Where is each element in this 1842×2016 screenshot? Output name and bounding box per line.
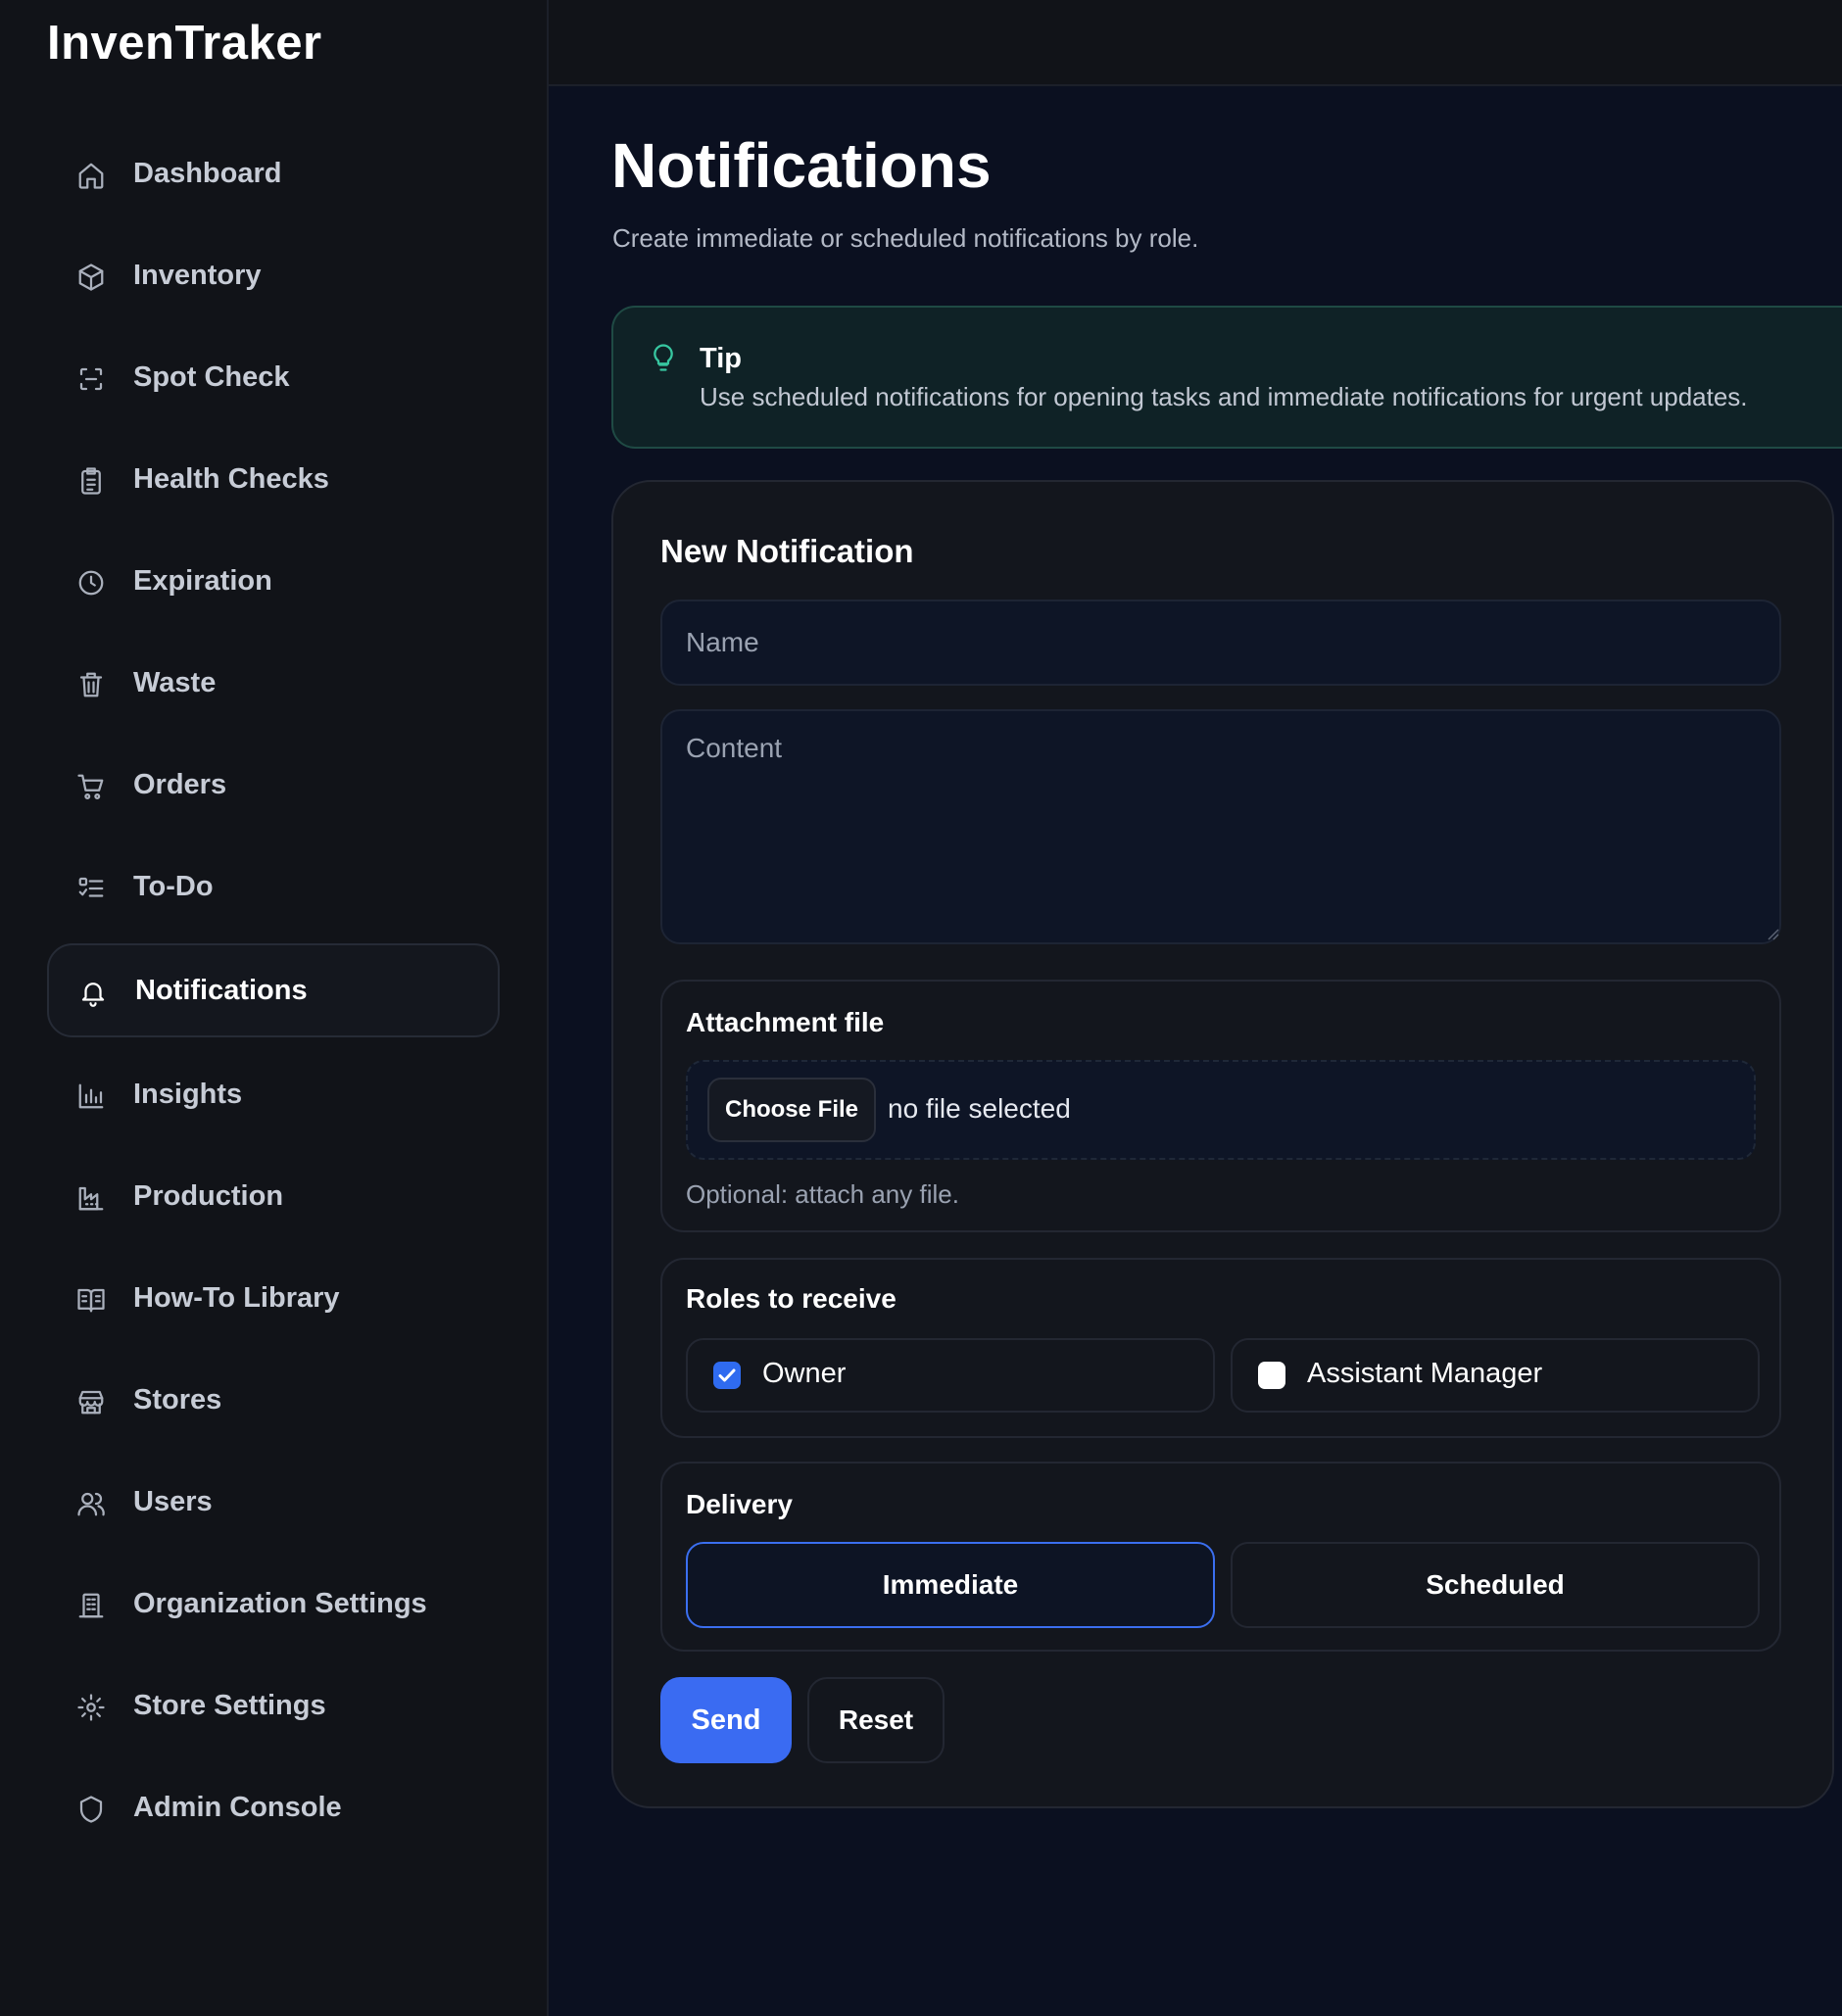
sidebar-item-users[interactable]: Users: [47, 1457, 500, 1547]
sidebar: InvenTraker Dashboard Inventory Spot Che…: [0, 0, 549, 2016]
sidebar-item-store-settings[interactable]: Store Settings: [47, 1660, 500, 1751]
box-icon: [76, 263, 106, 292]
sidebar-item-label: Health Checks: [133, 462, 329, 495]
sidebar-item-notifications[interactable]: Notifications: [47, 943, 500, 1037]
sidebar-item-expiration[interactable]: Expiration: [47, 536, 500, 626]
page-subtitle: Create immediate or scheduled notificati…: [612, 223, 1199, 253]
main-content: Notifications Create immediate or schedu…: [549, 86, 1842, 2016]
role-option-owner[interactable]: Owner: [686, 1338, 1215, 1413]
name-input[interactable]: [660, 600, 1781, 686]
sidebar-item-label: Stores: [133, 1383, 222, 1416]
cart-icon: [76, 772, 106, 801]
clock-icon: [76, 568, 106, 598]
roles-title: Roles to receive: [686, 1283, 897, 1314]
sidebar-item-label: Spot Check: [133, 360, 290, 393]
tip-title: Tip: [700, 343, 742, 374]
sidebar-item-to-do[interactable]: To-Do: [47, 841, 500, 932]
sidebar-item-spot-check[interactable]: Spot Check: [47, 332, 500, 422]
clipboard-icon: [76, 466, 106, 496]
checklist-icon: [76, 874, 106, 903]
sidebar-item-label: Production: [133, 1179, 284, 1212]
lightbulb-icon: [649, 343, 678, 372]
factory-icon: [76, 1183, 106, 1213]
shield-icon: [76, 1795, 106, 1824]
book-icon: [76, 1285, 106, 1315]
role-label: Assistant Manager: [1307, 1358, 1543, 1389]
sidebar-item-label: Users: [133, 1485, 213, 1517]
sidebar-item-label: Dashboard: [133, 157, 282, 189]
sidebar-item-insights[interactable]: Insights: [47, 1049, 500, 1139]
app-brand: InvenTraker: [47, 17, 322, 70]
sidebar-nav: Dashboard Inventory Spot Check Health Ch…: [47, 128, 500, 1864]
delivery-immediate-button[interactable]: Immediate: [686, 1542, 1215, 1628]
building-icon: [76, 1591, 106, 1620]
sidebar-item-health-checks[interactable]: Health Checks: [47, 434, 500, 524]
sidebar-item-inventory[interactable]: Inventory: [47, 230, 500, 320]
file-status: no file selected: [888, 1093, 1071, 1124]
trash-icon: [76, 670, 106, 699]
sidebar-item-dashboard[interactable]: Dashboard: [47, 128, 500, 218]
choose-file-button[interactable]: Choose File: [707, 1078, 876, 1142]
role-option-assistant-manager[interactable]: Assistant Manager: [1231, 1338, 1760, 1413]
sidebar-item-label: Expiration: [133, 564, 272, 597]
bell-icon: [78, 978, 108, 1007]
delivery-section: Delivery Immediate Scheduled: [660, 1462, 1781, 1652]
card-title: New Notification: [660, 533, 914, 569]
owner-checkbox[interactable]: [713, 1362, 741, 1389]
sidebar-item-how-to-library[interactable]: How-To Library: [47, 1253, 500, 1343]
delivery-title: Delivery: [686, 1489, 793, 1519]
sidebar-item-production[interactable]: Production: [47, 1151, 500, 1241]
page-title: Notifications: [611, 130, 992, 201]
sidebar-item-label: Admin Console: [133, 1791, 342, 1823]
store-icon: [76, 1387, 106, 1416]
sidebar-item-label: To-Do: [133, 870, 214, 902]
delivery-scheduled-button[interactable]: Scheduled: [1231, 1542, 1760, 1628]
roles-section: Roles to receive Owner Assistant Manager: [660, 1258, 1781, 1438]
role-label: Owner: [762, 1358, 847, 1389]
sidebar-item-admin-console[interactable]: Admin Console: [47, 1762, 500, 1852]
sidebar-item-waste[interactable]: Waste: [47, 638, 500, 728]
home-icon: [76, 161, 106, 190]
content-textarea[interactable]: [660, 709, 1781, 944]
sidebar-item-label: Notifications: [135, 974, 308, 1006]
assistant-manager-checkbox[interactable]: [1258, 1362, 1285, 1389]
attachment-title: Attachment file: [686, 1007, 885, 1037]
sidebar-item-label: Store Settings: [133, 1689, 326, 1721]
sidebar-item-orders[interactable]: Orders: [47, 740, 500, 830]
scan-icon: [76, 364, 106, 394]
sidebar-item-label: Inventory: [133, 259, 262, 291]
file-picker[interactable]: Choose File no file selected: [686, 1060, 1756, 1160]
sidebar-item-label: Organization Settings: [133, 1587, 427, 1619]
send-button[interactable]: Send: [660, 1677, 792, 1763]
attachment-section: Attachment file Choose File no file sele…: [660, 980, 1781, 1232]
gear-icon: [76, 1693, 106, 1722]
tip-text: Use scheduled notifications for opening …: [700, 382, 1748, 411]
users-icon: [76, 1489, 106, 1518]
sidebar-item-label: How-To Library: [133, 1281, 340, 1314]
sidebar-item-label: Orders: [133, 768, 227, 800]
sidebar-item-label: Waste: [133, 666, 217, 698]
attachment-hint: Optional: attach any file.: [686, 1179, 959, 1209]
checkmark-icon: [718, 1368, 736, 1382]
sidebar-item-label: Insights: [133, 1078, 243, 1110]
resize-handle-icon[interactable]: [1764, 925, 1779, 940]
sidebar-item-stores[interactable]: Stores: [47, 1355, 500, 1445]
top-bar: [549, 0, 1842, 86]
bar-chart-icon: [76, 1081, 106, 1111]
tip-banner: Tip Use scheduled notifications for open…: [611, 306, 1842, 449]
new-notification-card: New Notification Attachment file Choose …: [611, 480, 1834, 1808]
reset-button[interactable]: Reset: [807, 1677, 945, 1763]
sidebar-item-organization-settings[interactable]: Organization Settings: [47, 1559, 500, 1649]
